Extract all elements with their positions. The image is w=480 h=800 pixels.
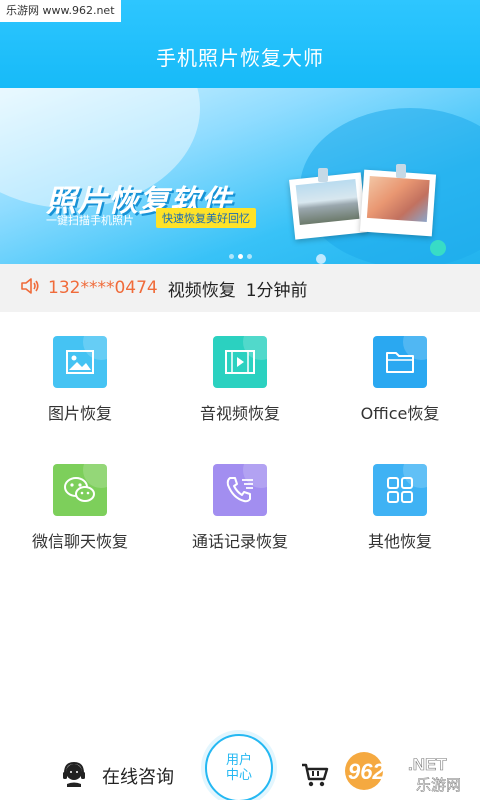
pager-dot-active bbox=[237, 254, 243, 259]
wm-net: .NET bbox=[408, 755, 447, 774]
cart-icon[interactable] bbox=[300, 762, 330, 792]
video-recovery-icon bbox=[213, 336, 267, 388]
wm-cn: 乐游网 bbox=[416, 776, 461, 794]
grid-item-media[interactable]: 音视频恢复 bbox=[160, 336, 320, 424]
online-consult-label: 在线咨询 bbox=[102, 767, 174, 788]
speaker-icon bbox=[20, 277, 40, 299]
grid-label: Office恢复 bbox=[360, 404, 440, 423]
grid-item-other[interactable]: 其他恢复 bbox=[320, 464, 480, 552]
user-center-button[interactable]: 用户 中心 bbox=[205, 734, 273, 800]
wechat-icon bbox=[53, 464, 107, 516]
grid-label: 图片恢复 bbox=[47, 404, 112, 423]
banner-tag: 快速恢复美好回忆 bbox=[156, 208, 256, 228]
ticker-action: 视频恢复 bbox=[167, 280, 236, 301]
photo-recovery-icon bbox=[53, 336, 107, 388]
user-center-line2: 中心 bbox=[225, 768, 252, 783]
pager-dot bbox=[228, 254, 234, 259]
headset-icon bbox=[60, 760, 88, 792]
grid-item-calls[interactable]: 通话记录恢复 bbox=[160, 464, 320, 552]
grid-label: 通话记录恢复 bbox=[191, 532, 288, 551]
recovery-ticker: 132****0474 视频恢复 1分钟前 bbox=[0, 264, 480, 312]
pager-dot bbox=[246, 254, 252, 259]
ticker-time: 1分钟前 bbox=[245, 280, 308, 301]
call-log-icon bbox=[213, 464, 267, 516]
banner-photo-people bbox=[359, 169, 437, 237]
grid-label: 其他恢复 bbox=[367, 532, 432, 551]
grid-label: 音视频恢复 bbox=[199, 404, 280, 423]
grid-label: 微信聊天恢复 bbox=[31, 532, 128, 551]
grid-item-office[interactable]: Office恢复 bbox=[320, 336, 480, 424]
banner-subtitle: 一键扫描手机照片 bbox=[46, 214, 134, 227]
banner-photo-city bbox=[289, 172, 367, 240]
photo-pin bbox=[396, 164, 406, 178]
online-consult-button[interactable]: 在线咨询 bbox=[60, 760, 174, 792]
folder-icon bbox=[373, 336, 427, 388]
watermark-top: 乐游网 www.962.net bbox=[0, 0, 121, 22]
banner-pager bbox=[0, 244, 480, 263]
photo-pin bbox=[318, 168, 328, 182]
grid-item-photo[interactable]: 图片恢复 bbox=[0, 336, 160, 424]
apps-grid-icon bbox=[373, 464, 427, 516]
wm-brand: 962 bbox=[348, 759, 385, 784]
ticker-phone: 132****0474 bbox=[48, 278, 158, 298]
watermark-logo: 962 .NET 乐游网 bbox=[342, 748, 478, 794]
grid-item-wechat[interactable]: 微信聊天恢复 bbox=[0, 464, 160, 552]
user-center-line1: 用户 bbox=[225, 753, 252, 768]
app-title: 手机照片恢复大师 bbox=[156, 46, 324, 70]
